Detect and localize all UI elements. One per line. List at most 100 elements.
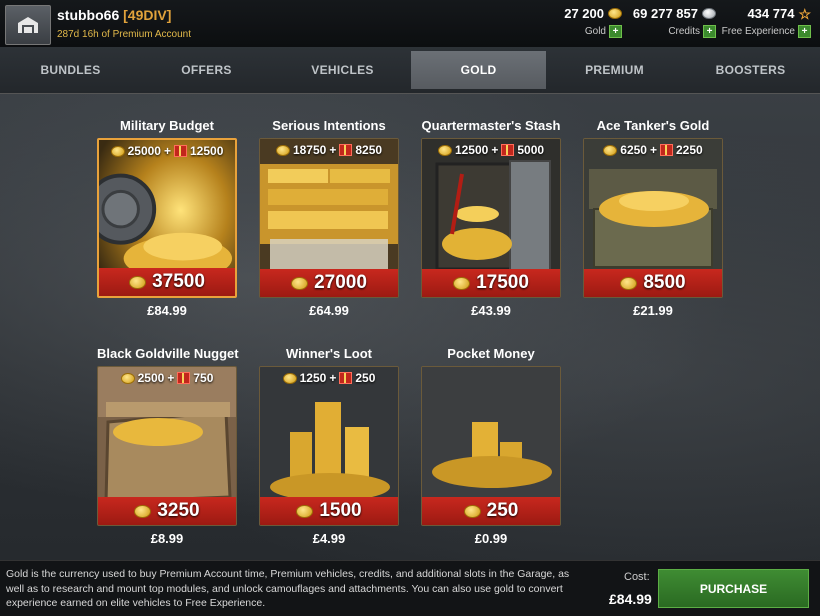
- clan-tag: [49DIV]: [123, 7, 172, 23]
- cost-label: Cost:: [624, 571, 650, 583]
- pack-bonus-amount: 5000: [517, 143, 545, 157]
- pack-total-bar: 8500: [584, 269, 722, 297]
- gold-coin-icon: [620, 276, 638, 290]
- gift-icon: [501, 144, 515, 156]
- gold-coin-icon: [437, 144, 452, 156]
- pack-total: 1500: [319, 500, 362, 521]
- gold-pack-pocket-money[interactable]: Pocket Money 250 £0.99: [421, 346, 561, 546]
- gift-icon: [339, 372, 353, 384]
- gold-amount: 27 200: [564, 6, 604, 21]
- plus-sign: +: [329, 371, 337, 385]
- player-name: stubbo66 [49DIV]: [57, 7, 171, 23]
- plus-sign: +: [491, 143, 499, 157]
- pack-total-bar: 250: [422, 497, 560, 525]
- gift-icon: [660, 144, 673, 156]
- pack-price: £4.99: [312, 531, 346, 546]
- tab-boosters[interactable]: BOOSTERS: [683, 51, 818, 89]
- gold-coin-icon: [296, 504, 314, 518]
- pack-price: £8.99: [150, 531, 184, 546]
- credits-icon: [702, 8, 716, 19]
- pack-title: Black Goldville Nugget: [97, 346, 239, 361]
- pack-bonus: 6250 + 2250: [584, 143, 722, 157]
- pack-card[interactable]: 18750 + 8250 27000: [259, 138, 399, 298]
- pack-bonus-amount: 8250: [355, 143, 383, 157]
- gold-label: Gold: [584, 26, 606, 37]
- pack-bonus-amount: 12500: [190, 144, 224, 158]
- gold-pack-serious-intentions[interactable]: Serious Intentions 18750 + 8250 27000 £6…: [259, 118, 399, 318]
- pack-title: Serious Intentions: [272, 118, 386, 133]
- pack-total: 250: [486, 500, 519, 521]
- tab-premium[interactable]: PREMIUM: [547, 51, 682, 89]
- pack-title: Ace Tanker's Gold: [596, 118, 710, 133]
- plus-sign: +: [329, 143, 337, 157]
- pack-price: £0.99: [474, 531, 508, 546]
- gold-coin-icon: [134, 504, 152, 518]
- pack-base-amount: 6250: [620, 143, 647, 157]
- player-nickname: stubbo66: [57, 7, 120, 23]
- top-bar: stubbo66 [49DIV] 287d 16h of Premium Acc…: [0, 0, 820, 47]
- free-xp-resource: 434 774 ☆ Free Experience +: [715, 6, 811, 38]
- gold-coin-icon: [110, 145, 125, 157]
- gold-pack-black-goldville-nugget[interactable]: Black Goldville Nugget 2500 + 750 3250 £…: [97, 346, 239, 546]
- pack-bonus: 2500 + 750: [98, 371, 236, 385]
- shop-tabs: BUNDLES OFFERS VEHICLES GOLD PREMIUM BOO…: [0, 47, 820, 94]
- pack-total: 27000: [314, 272, 367, 293]
- tab-vehicles[interactable]: VEHICLES: [275, 51, 410, 89]
- pack-card[interactable]: 250: [421, 366, 561, 526]
- pack-total-bar: 1500: [260, 497, 398, 525]
- gift-icon: [339, 144, 353, 156]
- star-icon: ☆: [798, 5, 811, 22]
- pack-bonus: 1250 + 250: [260, 371, 398, 385]
- pack-card[interactable]: 2500 + 750 3250: [97, 366, 237, 526]
- footer-bar: Gold is the currency used to buy Premium…: [0, 560, 820, 616]
- gold-coin-icon: [275, 144, 290, 156]
- garage-icon: [18, 17, 38, 33]
- credits-label: Credits: [668, 26, 700, 37]
- pack-card[interactable]: 25000 + 12500 37500: [97, 138, 237, 298]
- credits-amount: 69 277 857: [632, 6, 698, 21]
- gift-icon: [174, 145, 187, 157]
- pack-base-amount: 12500: [454, 143, 489, 157]
- credits-resource: 69 277 857 Credits +: [620, 6, 716, 38]
- pack-card[interactable]: 1250 + 250 1500: [259, 366, 399, 526]
- gold-coin-icon: [129, 275, 147, 289]
- add-free-xp-button[interactable]: +: [798, 25, 811, 38]
- gold-description: Gold is the currency used to buy Premium…: [6, 568, 570, 609]
- garage-button[interactable]: [5, 5, 51, 45]
- gold-pack-quartermasters-stash[interactable]: Quartermaster's Stash 12500 + 5000 17500…: [421, 118, 561, 318]
- gold-resource: 27 200 Gold +: [540, 6, 622, 38]
- gold-coin-icon: [463, 504, 481, 518]
- pack-title: Quartermaster's Stash: [421, 118, 561, 133]
- gold-pack-ace-tankers-gold[interactable]: Ace Tanker's Gold 6250 + 2250 8500 £21.9…: [583, 118, 723, 318]
- pack-bonus-amount: 750: [193, 371, 214, 385]
- gold-coin-icon: [291, 276, 309, 290]
- pack-total: 8500: [643, 272, 686, 293]
- purchase-button[interactable]: PURCHASE: [658, 569, 809, 608]
- pack-bonus: 18750 + 8250: [260, 143, 398, 157]
- cost-value: £84.99: [609, 591, 652, 607]
- pack-total-bar: 37500: [99, 268, 235, 296]
- gift-icon: [177, 372, 191, 384]
- gold-pack-winners-loot[interactable]: Winner's Loot 1250 + 250 1500 £4.99: [259, 346, 399, 546]
- pack-base-amount: 1250: [299, 371, 327, 385]
- pack-title: Military Budget: [120, 118, 214, 133]
- plus-sign: +: [163, 144, 171, 158]
- pack-base-amount: 2500: [137, 371, 165, 385]
- gold-pack-military-budget[interactable]: Military Budget 25000 + 12500 37500 £84.…: [97, 118, 237, 318]
- pack-total-bar: 27000: [260, 269, 398, 297]
- plus-sign: +: [649, 143, 657, 157]
- gold-coin-icon: [120, 372, 135, 384]
- pack-card[interactable]: 12500 + 5000 17500: [421, 138, 561, 298]
- pack-total-bar: 17500: [422, 269, 560, 297]
- pack-total-bar: 3250: [98, 497, 236, 525]
- tab-bundles[interactable]: BUNDLES: [3, 51, 138, 89]
- pack-bonus: 12500 + 5000: [422, 143, 560, 157]
- premium-time: 287d 16h of Premium Account: [57, 29, 191, 40]
- pack-total: 3250: [157, 500, 200, 521]
- pack-card[interactable]: 6250 + 2250 8500: [583, 138, 723, 298]
- pack-price: £84.99: [147, 303, 187, 318]
- pack-bonus: 25000 + 12500: [99, 144, 235, 158]
- tab-gold[interactable]: GOLD: [411, 51, 546, 89]
- tab-offers[interactable]: OFFERS: [139, 51, 274, 89]
- pack-total: 37500: [152, 271, 205, 292]
